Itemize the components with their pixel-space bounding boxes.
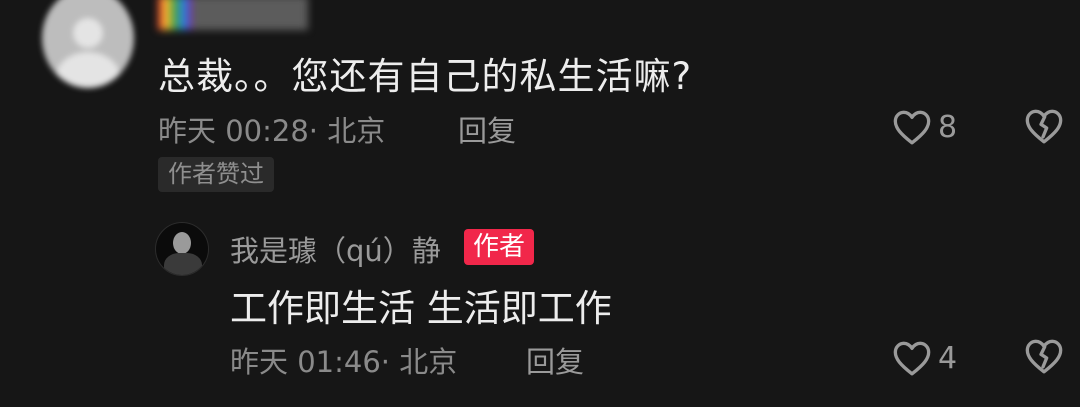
- reply-reply-button[interactable]: 回复: [526, 339, 584, 381]
- reply-author-name[interactable]: 我是璩（qú）静: [230, 228, 441, 270]
- reply-dislike-button[interactable]: [1024, 337, 1064, 379]
- comment-reply-button[interactable]: 回复: [458, 108, 516, 150]
- heart-outline-icon: [893, 110, 931, 145]
- comment-thread: 总裁。。您还有自己的私生活嘛? 昨天 00:28· 北京 回复 8 作者赞过 我…: [0, 0, 1080, 407]
- reply-like-button[interactable]: 4: [892, 339, 957, 377]
- author-badge: 作者: [464, 229, 535, 265]
- broken-heart-icon: [1025, 339, 1063, 374]
- reply-like-count: 4: [938, 340, 958, 376]
- comment-dislike-button[interactable]: [1024, 107, 1064, 149]
- blurred-username: [192, 0, 308, 30]
- commenter-name-blurred[interactable]: [158, 0, 308, 30]
- avatar-face-shape: [173, 232, 191, 254]
- heart-outline-icon: [893, 341, 931, 376]
- avatar-body-shape: [56, 52, 120, 88]
- comment-like-count: 8: [938, 109, 958, 145]
- comment-text: 总裁。。您还有自己的私生活嘛?: [158, 55, 693, 98]
- author-avatar[interactable]: [155, 222, 209, 276]
- rainbow-avatar-frame: [158, 0, 192, 30]
- reply-text: 工作即生活 生活即工作: [230, 287, 612, 330]
- reply-meta: 昨天 01:46· 北京: [230, 345, 458, 379]
- avatar-suit-shape: [164, 253, 202, 275]
- broken-heart-icon: [1025, 109, 1063, 144]
- comment-like-button[interactable]: 8: [892, 108, 957, 146]
- commenter-avatar[interactable]: [42, 0, 134, 88]
- comment-meta: 昨天 00:28· 北京: [158, 114, 386, 148]
- author-liked-tag: 作者赞过: [158, 157, 274, 192]
- avatar-head-shape: [73, 18, 103, 48]
